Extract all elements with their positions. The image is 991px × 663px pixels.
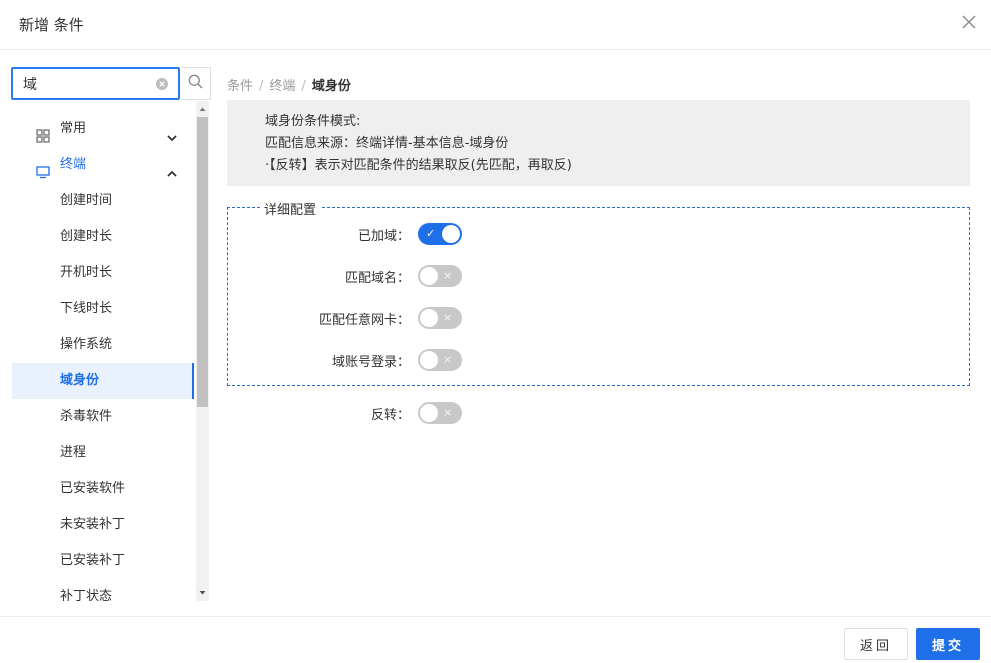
switch-knob: [420, 309, 438, 327]
submit-button[interactable]: 提交: [916, 628, 980, 660]
breadcrumb-item[interactable]: 终端: [269, 79, 295, 94]
scroll-up-arrow-icon[interactable]: [197, 103, 208, 113]
switch-knob: [420, 404, 438, 422]
domain-account-login-switch[interactable]: ×: [418, 349, 462, 371]
condition-tree: 常用 终端 创建时间 创建时长 开机时长 下线时长 操作系统 域身份 杀毒软件: [12, 111, 194, 601]
tree-item-process[interactable]: 进程: [12, 435, 194, 471]
clear-icon[interactable]: [156, 78, 168, 90]
description-line: ·【反转】表示对匹配条件的结果取反(先匹配，再取反): [265, 158, 572, 173]
tree-group-label: 常用: [60, 121, 87, 136]
switch-knob: [442, 225, 460, 243]
back-button[interactable]: 返回: [844, 628, 908, 660]
dialog-footer: 返回 提交: [0, 616, 991, 663]
tree-item-boot-duration[interactable]: 开机时长: [12, 255, 194, 291]
breadcrumb-current: 域身份: [311, 79, 351, 94]
tree-item-patch-status[interactable]: 补丁状态: [12, 579, 194, 601]
joined-domain-switch[interactable]: ✓: [418, 223, 462, 245]
match-domain-name-switch[interactable]: ×: [418, 265, 462, 287]
tree-group-terminal[interactable]: 终端: [12, 147, 194, 183]
dialog-header: 新增 条件: [0, 0, 991, 50]
tree-group-common[interactable]: 常用: [12, 111, 194, 147]
cross-icon: ×: [443, 269, 453, 282]
joined-domain-label: 已加域：: [357, 229, 410, 244]
match-domain-name-label: 匹配域名：: [344, 271, 410, 286]
grid-icon: [36, 122, 50, 143]
tree-item-installed-software[interactable]: 已安装软件: [12, 471, 194, 507]
check-icon: ✓: [426, 227, 436, 240]
tree-item-antivirus[interactable]: 杀毒软件: [12, 399, 194, 435]
reverse-switch[interactable]: ×: [418, 402, 462, 424]
reverse-label: 反转：: [370, 408, 410, 423]
cross-icon: ×: [443, 353, 453, 366]
condition-tree-panel: 常用 终端 创建时间 创建时长 开机时长 下线时长 操作系统 域身份 杀毒软件: [11, 67, 211, 602]
breadcrumb: 条件 / 终端 / 域身份: [227, 75, 351, 94]
tree-scrollbar-thumb[interactable]: [197, 117, 208, 407]
switch-knob: [420, 351, 438, 369]
switch-knob: [420, 267, 438, 285]
breadcrumb-separator: /: [301, 79, 306, 94]
tree-item-missing-patch[interactable]: 未安装补丁: [12, 507, 194, 543]
search-input[interactable]: [23, 74, 153, 94]
new-condition-dialog: 新增 条件 常用: [0, 0, 991, 663]
search-button[interactable]: [181, 67, 211, 100]
tree-item-create-duration[interactable]: 创建时长: [12, 219, 194, 255]
tree-item-offline-duration[interactable]: 下线时长: [12, 291, 194, 327]
tree-group-label: 终端: [60, 157, 87, 172]
tree-item-domain-identity[interactable]: 域身份: [12, 363, 194, 399]
match-any-nic-switch[interactable]: ×: [418, 307, 462, 329]
description-line: 匹配信息来源：终端详情-基本信息-域身份: [265, 136, 509, 151]
description-line: 域身份条件模式:: [265, 114, 361, 129]
tree-item-installed-patch[interactable]: 已安装补丁: [12, 543, 194, 579]
breadcrumb-item[interactable]: 条件: [227, 79, 253, 94]
close-icon[interactable]: [961, 14, 977, 30]
breadcrumb-separator: /: [259, 79, 264, 94]
dialog-title: 新增 条件: [19, 16, 84, 34]
detail-config-group: 详细配置 已加域： ✓ 匹配域名： × 匹配任意网卡： × 域账号登录： ×: [227, 199, 970, 386]
match-any-nic-label: 匹配任意网卡：: [318, 313, 410, 328]
domain-account-login-label: 域账号登录：: [331, 355, 410, 370]
chevron-up-icon: [166, 159, 178, 177]
search-box: [11, 67, 180, 100]
chevron-down-icon: [166, 123, 178, 142]
monitor-icon: [36, 158, 50, 179]
tree-item-os[interactable]: 操作系统: [12, 327, 194, 363]
cross-icon: ×: [443, 406, 453, 419]
scroll-down-arrow-icon[interactable]: [197, 587, 208, 597]
tree-item-create-time[interactable]: 创建时间: [12, 183, 194, 219]
detail-config-legend: 详细配置: [260, 199, 321, 218]
search-icon: [188, 74, 203, 93]
cross-icon: ×: [443, 311, 453, 324]
condition-description: 域身份条件模式: 匹配信息来源：终端详情-基本信息-域身份 ·【反转】表示对匹配…: [227, 100, 970, 186]
